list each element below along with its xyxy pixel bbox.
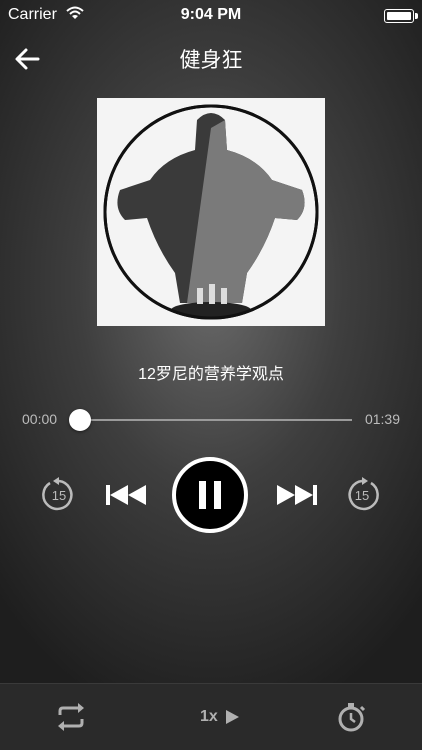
status-bar: Carrier 9:04 PM bbox=[0, 0, 422, 30]
rewind-15-icon[interactable]: 15 bbox=[40, 476, 78, 514]
forward-15-icon[interactable]: 15 bbox=[343, 476, 381, 514]
forward-seconds-label: 15 bbox=[355, 488, 369, 503]
stopwatch-icon[interactable] bbox=[336, 701, 368, 733]
progress-thumb[interactable] bbox=[69, 409, 91, 431]
playback-controls: 15 15 bbox=[0, 455, 422, 535]
playback-speed-button[interactable]: 1x bbox=[196, 701, 244, 733]
play-speed-icon bbox=[224, 709, 240, 730]
elapsed-time: 00:00 bbox=[22, 411, 58, 427]
nav-bar: 健身狂 bbox=[0, 38, 422, 78]
rewind-seconds-label: 15 bbox=[52, 488, 66, 503]
speed-label: 1x bbox=[200, 708, 218, 725]
repeat-icon[interactable] bbox=[54, 701, 88, 733]
pause-icon[interactable] bbox=[171, 456, 249, 534]
page-title: 健身狂 bbox=[179, 49, 243, 72]
progress-row: 00:00 01:39 bbox=[0, 408, 422, 432]
status-time: 9:04 PM bbox=[180, 6, 242, 23]
previous-track-icon[interactable] bbox=[104, 482, 148, 508]
battery-icon bbox=[384, 9, 418, 23]
album-art bbox=[97, 98, 325, 326]
progress-slider[interactable] bbox=[80, 419, 352, 421]
next-track-icon[interactable] bbox=[275, 482, 319, 508]
total-time: 01:39 bbox=[364, 411, 400, 427]
track-title: 12罗尼的营养学观点 bbox=[138, 366, 284, 383]
bottom-toolbar: 1x bbox=[0, 683, 422, 750]
